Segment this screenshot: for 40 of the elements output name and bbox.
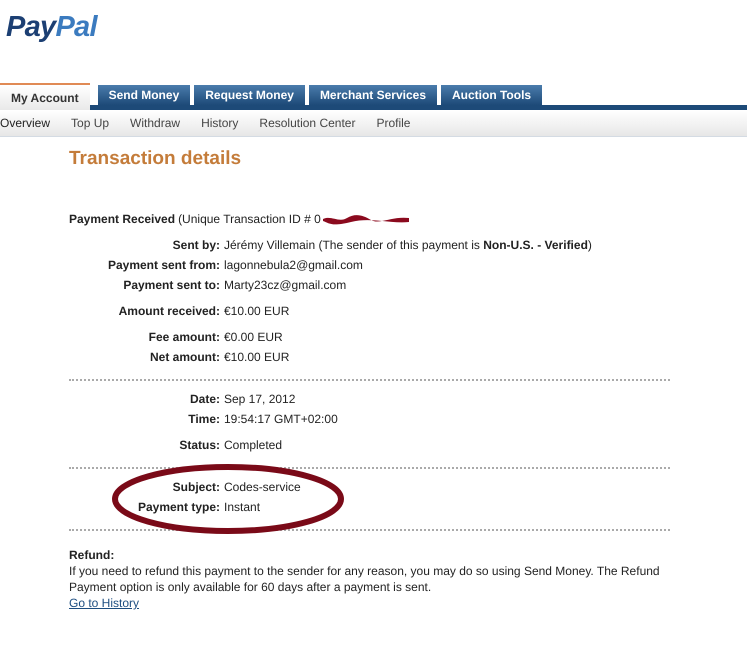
nav-tab[interactable]: Auction Tools (441, 85, 542, 105)
field-label: Payment sent to: (122, 277, 221, 293)
field-value: €10.00 EUR (224, 303, 290, 319)
nav-tab[interactable]: Merchant Services (308, 85, 437, 105)
field-label: Payment sent from: (106, 257, 221, 273)
subnav-link[interactable]: History (201, 114, 238, 132)
field-label: Time: (187, 411, 221, 427)
field-label: Date: (188, 391, 221, 407)
field-label: Amount received: (118, 303, 221, 319)
transaction-id-text: (Unique Transaction ID # 0 (178, 211, 321, 227)
field-value: Jérémy Villemain (The sender of this payment is Non-U.S. - Verified) (224, 237, 592, 253)
subnav-link[interactable]: Overview (0, 114, 50, 132)
nav-tab[interactable]: Send Money (98, 85, 190, 105)
field-value: Codes-service (224, 479, 301, 495)
history-link[interactable]: Go to History (69, 596, 140, 610)
field-value: lagonnebula2@gmail.com (224, 257, 363, 273)
field-label: Subject: (172, 479, 221, 495)
field-value: Instant (224, 499, 260, 515)
field-label: Sent by: (172, 237, 221, 253)
paypal-logo: PayPal (6, 13, 97, 42)
field-value: Sep 17, 2012 (224, 391, 296, 407)
page-title: Transaction details (69, 147, 242, 171)
refund-text: If you need to refund this payment to the sender for any reason, you may do so using Send Money. The Refund Payment option is only available for 60 days after a payment is sent. (69, 563, 661, 595)
field-value: €10.00 EUR (224, 349, 290, 365)
nav-tab[interactable]: Request Money (194, 85, 305, 105)
nav-tab[interactable]: My Account (0, 83, 90, 110)
field-label: Status: (178, 437, 221, 453)
field-value: €0.00 EUR (224, 329, 283, 345)
subnav-link[interactable]: Top Up (71, 114, 110, 132)
subnav-link[interactable]: Withdraw (130, 114, 180, 132)
field-value: Marty23cz@gmail.com (224, 277, 346, 293)
field-label: Payment type: (136, 499, 221, 515)
field-label: Net amount: (149, 349, 221, 365)
subnav-link[interactable]: Profile (376, 114, 410, 132)
field-value: Completed (224, 437, 282, 453)
payment-received-heading: Payment Received (69, 211, 176, 227)
field-value: 19:54:17 GMT+02:00 (224, 411, 338, 427)
subnav-link[interactable]: Resolution Center (259, 114, 356, 132)
field-label: Fee amount: (148, 329, 221, 345)
refund-title: Refund: (69, 547, 116, 563)
